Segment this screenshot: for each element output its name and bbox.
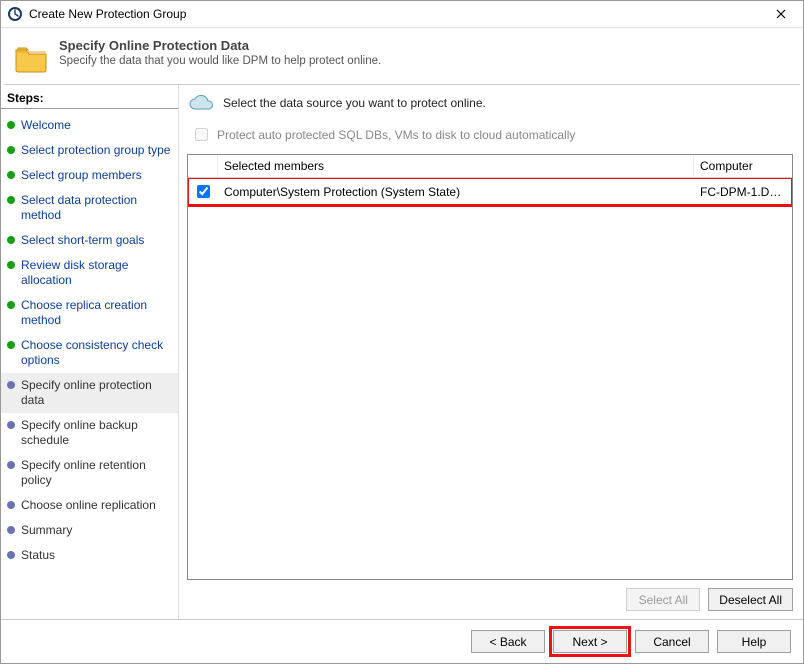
column-check[interactable] (188, 155, 218, 177)
step-item: Specify online retention policy (1, 453, 178, 493)
step-item[interactable]: Select group members (1, 163, 178, 188)
steps-heading: Steps: (1, 89, 178, 109)
auto-protect-label: Protect auto protected SQL DBs, VMs to d… (217, 128, 575, 142)
step-label: Choose online replication (21, 498, 156, 513)
step-label[interactable]: Select protection group type (21, 143, 170, 158)
wizard-footer: < Back Next > Cancel Help (1, 619, 803, 663)
auto-protect-checkbox (195, 128, 208, 141)
page-title: Specify Online Protection Data (59, 38, 381, 53)
step-bullet-icon (7, 261, 15, 269)
step-bullet-icon (7, 526, 15, 534)
member-name: Computer\System Protection (System State… (218, 181, 694, 203)
step-item: Summary (1, 518, 178, 543)
steps-sidebar: Steps: Welcome Select protection group ty… (1, 85, 179, 619)
step-item: Specify online protection data (1, 373, 178, 413)
step-bullet-icon (7, 501, 15, 509)
step-bullet-icon (7, 171, 15, 179)
step-item[interactable]: Select data protection method (1, 188, 178, 228)
step-label: Status (21, 548, 55, 563)
member-checkbox[interactable] (197, 185, 210, 198)
step-bullet-icon (7, 196, 15, 204)
folder-icon (13, 40, 49, 76)
help-button[interactable]: Help (717, 630, 791, 653)
window-title: Create New Protection Group (29, 7, 761, 21)
step-item[interactable]: Welcome (1, 113, 178, 138)
step-label: Summary (21, 523, 72, 538)
step-label[interactable]: Review disk storage allocation (21, 258, 172, 288)
close-button[interactable] (761, 1, 801, 28)
column-member[interactable]: Selected members (218, 155, 694, 177)
step-item[interactable]: Select short-term goals (1, 228, 178, 253)
step-bullet-icon (7, 381, 15, 389)
instruction-text: Select the data source you want to prote… (223, 96, 486, 110)
members-listbox: Selected members Computer Computer\Syste… (187, 154, 793, 580)
wizard-window: Create New Protection Group Specify Onli… (0, 0, 804, 664)
step-label[interactable]: Welcome (21, 118, 71, 133)
step-bullet-icon (7, 301, 15, 309)
step-item[interactable]: Select protection group type (1, 138, 178, 163)
step-label[interactable]: Select short-term goals (21, 233, 144, 248)
step-label: Specify online protection data (21, 378, 172, 408)
step-bullet-icon (7, 551, 15, 559)
step-label[interactable]: Select data protection method (21, 193, 172, 223)
wizard-header: Specify Online Protection Data Specify t… (1, 28, 803, 84)
step-bullet-icon (7, 421, 15, 429)
step-label[interactable]: Choose consistency check options (21, 338, 172, 368)
step-item: Status (1, 543, 178, 568)
step-label[interactable]: Choose replica creation method (21, 298, 172, 328)
cloud-icon (187, 93, 215, 113)
page-subtitle: Specify the data that you would like DPM… (59, 55, 381, 67)
main-content: Select the data source you want to prote… (179, 85, 803, 619)
member-row[interactable]: Computer\System Protection (System State… (188, 178, 792, 205)
step-bullet-icon (7, 146, 15, 154)
select-all-button: Select All (626, 588, 700, 611)
titlebar: Create New Protection Group (1, 1, 803, 28)
step-item: Specify online backup schedule (1, 413, 178, 453)
column-computer[interactable]: Computer (694, 155, 792, 177)
step-bullet-icon (7, 236, 15, 244)
app-icon (7, 6, 23, 22)
members-rows: Computer\System Protection (System State… (188, 178, 792, 579)
step-item: Choose online replication (1, 493, 178, 518)
step-bullet-icon (7, 341, 15, 349)
step-bullet-icon (7, 121, 15, 129)
cancel-button[interactable]: Cancel (635, 630, 709, 653)
members-header: Selected members Computer (188, 155, 792, 178)
step-item[interactable]: Choose replica creation method (1, 293, 178, 333)
step-label: Specify online retention policy (21, 458, 172, 488)
member-computer: FC-DPM-1.DPM... (694, 181, 792, 203)
step-label: Specify online backup schedule (21, 418, 172, 448)
step-item[interactable]: Review disk storage allocation (1, 253, 178, 293)
step-label[interactable]: Select group members (21, 168, 142, 183)
next-button[interactable]: Next > (553, 630, 627, 653)
step-item[interactable]: Choose consistency check options (1, 333, 178, 373)
step-bullet-icon (7, 461, 15, 469)
back-button[interactable]: < Back (471, 630, 545, 653)
deselect-all-button[interactable]: Deselect All (708, 588, 793, 611)
